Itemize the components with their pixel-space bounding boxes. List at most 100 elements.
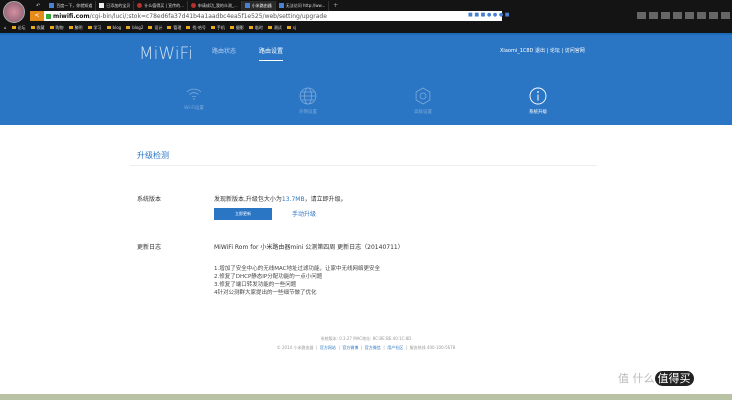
tab-label: 百度一下，你就知道	[56, 2, 93, 8]
folder-icon	[248, 26, 253, 29]
update-now-button[interactable]: 立即更新	[214, 208, 272, 220]
footer-link[interactable]: 官方微博	[342, 345, 358, 350]
subnav-label: 高级设置	[414, 110, 432, 115]
folder-icon	[186, 26, 191, 29]
tab-strip: ↶ 百度一下，你就知道 已添加的宝贝 什么值得买 | 宣传的... 申请成功_我…	[30, 0, 730, 11]
hotline: 服务热线 400-100-5678	[409, 345, 456, 350]
changelog-title: MiWiFi Rom for 小米路由器mini 公测第四周 更新日志（2014…	[214, 244, 404, 251]
taskbar-strip	[0, 394, 732, 400]
bookmark-item[interactable]: 找-哈号	[186, 25, 206, 31]
bookmark-item[interactable]: 管理	[167, 25, 181, 31]
watermark-logo: 值 什么 值得买	[618, 370, 694, 386]
folder-icon	[229, 26, 234, 29]
bookmark-item[interactable]: 收藏	[30, 25, 45, 31]
folder-icon	[148, 26, 153, 29]
info-icon	[529, 87, 547, 105]
changelog-item: 4针对公测群大家提出的一些细节做了优化	[214, 290, 317, 296]
folder-icon	[68, 26, 73, 29]
tab[interactable]: 什么值得买 | 宣传的...	[134, 0, 188, 11]
folder-icon	[87, 26, 92, 29]
page-icon	[244, 3, 250, 8]
extension-icons[interactable]: ■ ■ ■ ● ● ● ■	[468, 12, 510, 18]
bookmark-item[interactable]: 摄影	[229, 25, 244, 31]
tab-label: 小米路由器	[251, 2, 272, 8]
subnav-label: Wi-Fi设置	[184, 106, 204, 111]
gear-icon	[415, 87, 431, 105]
doc-icon	[99, 3, 105, 8]
folder-icon	[167, 26, 172, 29]
tab[interactable]: 无法访问 http://ww...	[276, 0, 330, 11]
bookmark-item[interactable]: 测试	[267, 25, 282, 31]
wifi-icon	[186, 88, 202, 100]
manual-upgrade-link[interactable]: 手动升级	[292, 209, 316, 218]
tab-active[interactable]: 小米路由器	[241, 0, 276, 11]
footer-link[interactable]: 用户社区	[387, 345, 403, 350]
changelog-item: 3.修复了端口转发功能的一些问题	[214, 282, 297, 288]
bookmark-item[interactable]: 手机	[210, 25, 225, 31]
footer-link[interactable]: 官方网站	[320, 345, 336, 350]
new-tab-button[interactable]: +	[329, 2, 342, 9]
back-arrow-icon[interactable]: ↶	[30, 3, 46, 9]
footer-link[interactable]: 官方微信	[365, 345, 381, 350]
bookmark-item[interactable]: 学习	[87, 25, 102, 31]
copyright: © 2014 小米路由器	[276, 345, 314, 350]
bookmark-item[interactable]: 购物	[49, 25, 64, 31]
bookmark-item[interactable]: 论坛	[11, 25, 26, 31]
smzdm-icon	[190, 3, 196, 8]
subnav-advanced[interactable]: 高级设置	[393, 87, 453, 115]
folder-icon	[210, 26, 215, 29]
url-text[interactable]: miwifi.com/cgi-bin/luci/;stok=c78ed6fa37…	[53, 13, 327, 20]
globe-icon	[299, 87, 317, 105]
toolbar-buttons[interactable]	[637, 12, 730, 19]
subnav-wan[interactable]: 外网设置	[278, 87, 338, 115]
version-text: 发现新版本,升级包大小为13.7MB，请立即升级。	[214, 196, 347, 203]
miwifi-logo[interactable]: MiWiFi	[139, 44, 193, 64]
subnav-upgrade[interactable]: 系统升级	[508, 87, 568, 115]
bookmark-item[interactable]: 临时	[248, 25, 263, 31]
package-size: 13.7MB	[281, 196, 305, 203]
subnav-wifi[interactable]: Wi-Fi设置	[164, 87, 224, 111]
folder-icon	[286, 26, 291, 29]
footer-version: 系统版本: 0.3.27 MAC地址: 8C:BE:BE:40:1C:8D	[320, 336, 412, 341]
tab-label: 已添加的宝贝	[106, 2, 131, 8]
page-icon	[49, 3, 55, 8]
bookmark-item[interactable]: sj	[286, 25, 296, 30]
changelog-list: 1.增加了安全中心的无线MAC地址过滤功能，让家中无线网络更安全 2.修复了DH…	[214, 265, 380, 297]
changelog-item: 1.增加了安全中心的无线MAC地址过滤功能，让家中无线网络更安全	[214, 266, 381, 272]
page-title: 升级检测	[137, 151, 169, 160]
changelog-item: 2.修复了DHCP静态IP分配功能的一点小问题	[214, 274, 323, 280]
nav-router-settings[interactable]: 路由设置	[259, 46, 284, 61]
changelog-label: 更新日志	[137, 244, 162, 251]
folder-icon	[49, 26, 54, 29]
home-icon[interactable]: ⌂	[4, 25, 7, 30]
nav-router-status[interactable]: 路由状态	[212, 46, 236, 55]
tab[interactable]: 已添加的宝贝	[96, 0, 135, 11]
subnav-label: 外网设置	[299, 110, 317, 115]
tab[interactable]: 百度一下，你就知道	[46, 0, 97, 11]
router-header: MiWiFi 路由状态 路由设置 Xiaomi_1C8D 退出 | 论坛 | 访…	[0, 33, 732, 125]
tab-label: 什么值得买 | 宣传的...	[144, 2, 184, 8]
folder-icon	[30, 26, 35, 29]
divider	[130, 165, 597, 166]
bookmark-item[interactable]: blog2	[126, 25, 143, 30]
browser-avatar[interactable]	[3, 1, 25, 23]
tab[interactable]: 申请成功_我的众测_...	[188, 0, 242, 11]
footer-links: © 2014 小米路由器 | 官方网站 | 官方微博 | 官方微信 | 用户社区…	[276, 345, 456, 350]
secure-icon	[46, 13, 51, 19]
address-bar[interactable]: < miwifi.com/cgi-bin/luci/;stok=c78ed6fa…	[30, 11, 502, 21]
browser-chrome: ↶ 百度一下，你就知道 已添加的宝贝 什么值得买 | 宣传的... 申请成功_我…	[0, 0, 732, 33]
folder-icon	[106, 26, 111, 29]
tab-label: 无法访问 http://ww...	[285, 2, 326, 8]
smzdm-icon	[137, 3, 143, 8]
bookmark-item[interactable]: 聚明	[68, 25, 83, 31]
subnav-label: 系统升级	[529, 110, 547, 115]
folder-icon	[267, 26, 272, 29]
tab-label: 申请成功_我的众测_...	[197, 2, 238, 8]
bookmark-item[interactable]: blog	[106, 25, 121, 30]
bookmark-item[interactable]: 设计	[148, 25, 162, 31]
user-links[interactable]: Xiaomi_1C8D 退出 | 论坛 | 访问官网	[500, 47, 585, 54]
back-button[interactable]: <	[30, 11, 44, 21]
folder-icon	[126, 26, 131, 29]
page-icon	[278, 3, 284, 8]
folder-icon	[11, 26, 16, 29]
